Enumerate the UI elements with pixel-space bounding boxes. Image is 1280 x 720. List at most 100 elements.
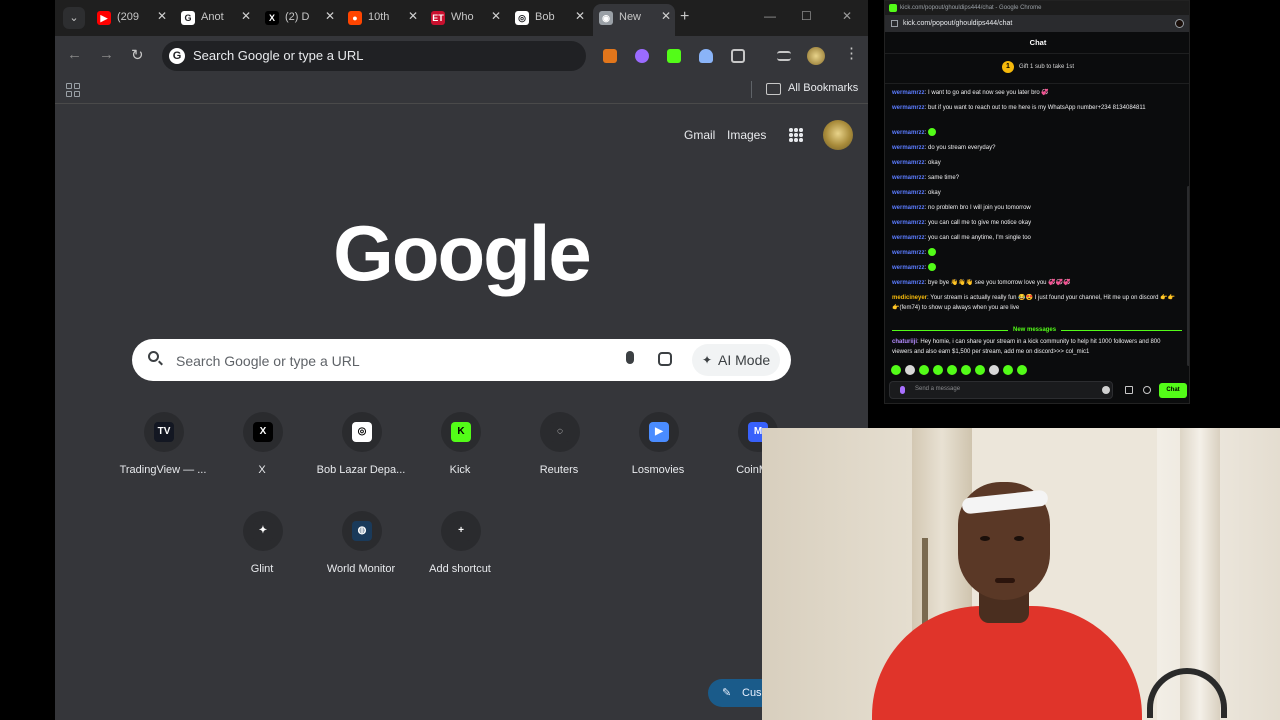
metamask-extension-icon[interactable]: [603, 49, 617, 63]
chat-username[interactable]: wermamrzz: [892, 160, 925, 166]
profile-avatar-icon[interactable]: [807, 47, 825, 65]
customize-label: Cus: [742, 687, 762, 699]
chat-username[interactable]: wermamrzz: [892, 105, 925, 111]
media-control-icon[interactable]: [777, 51, 791, 61]
quick-emote-icon[interactable]: [1017, 365, 1027, 375]
shortcut-tile[interactable]: K Kick: [412, 412, 508, 502]
folder-icon[interactable]: [766, 83, 781, 95]
chat-message: wermamrzz: do you stream everyday?: [892, 143, 1182, 153]
chat-store-icon[interactable]: [1125, 386, 1133, 394]
microphone-icon[interactable]: [626, 351, 634, 364]
emoji-picker-icon[interactable]: [1102, 386, 1110, 394]
quick-emote-icon[interactable]: [947, 365, 957, 375]
chat-username[interactable]: wermamrzz: [892, 280, 925, 286]
close-window-icon[interactable]: ✕: [842, 9, 852, 23]
tab-close-icon[interactable]: ✕: [325, 9, 335, 23]
chat-username[interactable]: wermamrzz: [892, 190, 925, 196]
chat-username[interactable]: wermamrzz: [892, 130, 925, 136]
browser-tab[interactable]: ● 10th ✕: [342, 6, 422, 30]
google-apps-icon[interactable]: [789, 128, 803, 142]
address-bar[interactable]: G Search Google or type a URL: [162, 41, 586, 71]
quick-emote-icon[interactable]: [919, 365, 929, 375]
chat-message: wermamrzz: you can call me to give me no…: [892, 218, 1182, 228]
maximize-icon[interactable]: ☐: [801, 9, 812, 23]
chat-scrollbar[interactable]: [1187, 186, 1189, 366]
gift-sub-banner[interactable]: 1 Gift 1 sub to take 1st: [885, 54, 1189, 84]
eye-off-icon[interactable]: [1175, 19, 1184, 28]
shortcut-label: Glint: [250, 563, 274, 575]
phantom-extension-icon[interactable]: [635, 49, 649, 63]
shortcut-tile[interactable]: ◎ Bob Lazar Depa...: [313, 412, 409, 502]
chat-username[interactable]: medicineyer: [892, 295, 927, 301]
x-icon: X: [265, 11, 279, 25]
chrome-menu-icon[interactable]: ⋮: [844, 44, 859, 62]
chat-username[interactable]: wermamrzz: [892, 265, 925, 271]
tab-search-button[interactable]: ⌄: [63, 7, 85, 29]
chatgpt-icon: ◎: [342, 412, 382, 452]
browser-tab[interactable]: G Anot ✕: [175, 6, 255, 30]
back-arrow-icon[interactable]: ←: [67, 46, 82, 63]
images-link[interactable]: Images: [727, 128, 766, 142]
forward-arrow-icon[interactable]: →: [99, 46, 114, 63]
shortcut-tile[interactable]: + Add shortcut: [412, 511, 508, 601]
account-avatar[interactable]: [823, 120, 853, 150]
vpn-extension-icon[interactable]: [699, 49, 713, 63]
quick-emote-icon[interactable]: [905, 365, 915, 375]
apps-grid-icon[interactable]: [66, 83, 80, 97]
quick-emote-icon[interactable]: [1003, 365, 1013, 375]
chat-username[interactable]: wermamrzz: [892, 145, 925, 151]
quick-emote-icon[interactable]: [961, 365, 971, 375]
quick-emote-icon[interactable]: [989, 365, 999, 375]
tab-close-icon[interactable]: ✕: [241, 9, 251, 23]
chat-message: wermamrzz:: [892, 263, 1182, 273]
all-bookmarks-link[interactable]: All Bookmarks: [788, 82, 858, 94]
shortcut-tile[interactable]: ◌ Reuters: [511, 412, 607, 502]
shortcut-tile[interactable]: ◍ World Monitor: [313, 511, 409, 601]
browser-tab[interactable]: ET Who ✕: [425, 6, 505, 30]
google-search-box[interactable]: Search Google or type a URL ✦ AI Mode: [132, 339, 791, 381]
youtube-icon: ▶: [97, 11, 111, 25]
quick-emote-icon[interactable]: [933, 365, 943, 375]
browser-tab[interactable]: X (2) D ✕: [259, 6, 339, 30]
gmail-link[interactable]: Gmail: [684, 128, 715, 142]
chat-username[interactable]: chaturiiji: [892, 339, 917, 345]
shortcut-tile[interactable]: ✦ Glint: [214, 511, 310, 601]
quick-emote-icon[interactable]: [975, 365, 985, 375]
chat-username[interactable]: wermamrzz: [892, 250, 925, 256]
shortcut-tile[interactable]: XX: [214, 412, 310, 502]
chat-messages: New messages wermamrzz: I want to go and…: [885, 88, 1189, 360]
chat-username[interactable]: wermamrzz: [892, 175, 925, 181]
tab-close-icon[interactable]: ✕: [491, 9, 501, 23]
chat-username[interactable]: wermamrzz: [892, 235, 925, 241]
extensions-puzzle-icon[interactable]: [731, 49, 745, 63]
chat-settings-gear-icon[interactable]: [1143, 386, 1151, 394]
kick-extension-icon[interactable]: [667, 49, 681, 63]
chat-username[interactable]: wermamrzz: [892, 90, 925, 96]
site-info-icon[interactable]: [891, 20, 898, 27]
browser-tab[interactable]: ◎ Bob ✕: [509, 6, 589, 30]
tab-close-icon[interactable]: ✕: [575, 9, 585, 23]
ai-mode-button[interactable]: ✦ AI Mode: [692, 344, 780, 376]
google-lens-icon[interactable]: [658, 352, 672, 366]
plus-icon: +: [441, 511, 481, 551]
shortcut-tile[interactable]: TV TradingView — ...: [115, 412, 211, 502]
chat-mic-icon[interactable]: [900, 386, 905, 394]
tab-close-icon[interactable]: ✕: [157, 9, 167, 23]
chat-send-button[interactable]: Chat: [1159, 383, 1187, 398]
chat-popout-window: kick.com/popout/ghouldips444/chat - Goog…: [884, 0, 1190, 404]
google-g-icon: G: [169, 48, 185, 64]
chat-message-input[interactable]: Send a message: [889, 381, 1113, 399]
new-tab-button[interactable]: +: [680, 8, 689, 26]
minimize-icon[interactable]: —: [764, 9, 776, 23]
chat-emote-icon: [928, 263, 937, 272]
browser-tab[interactable]: ▶ (209 ✕: [91, 6, 171, 30]
reload-icon[interactable]: ↻: [131, 46, 144, 64]
browser-tab[interactable]: ◉ New ✕: [593, 4, 675, 36]
chat-username[interactable]: wermamrzz: [892, 205, 925, 211]
shortcut-tile[interactable]: ▶ Losmovies: [610, 412, 706, 502]
tab-close-icon[interactable]: ✕: [661, 9, 671, 23]
chat-username[interactable]: wermamrzz: [892, 220, 925, 226]
quick-emote-icon[interactable]: [891, 365, 901, 375]
tab-close-icon[interactable]: ✕: [408, 9, 418, 23]
shortcut-glyph: ◍: [352, 521, 372, 541]
